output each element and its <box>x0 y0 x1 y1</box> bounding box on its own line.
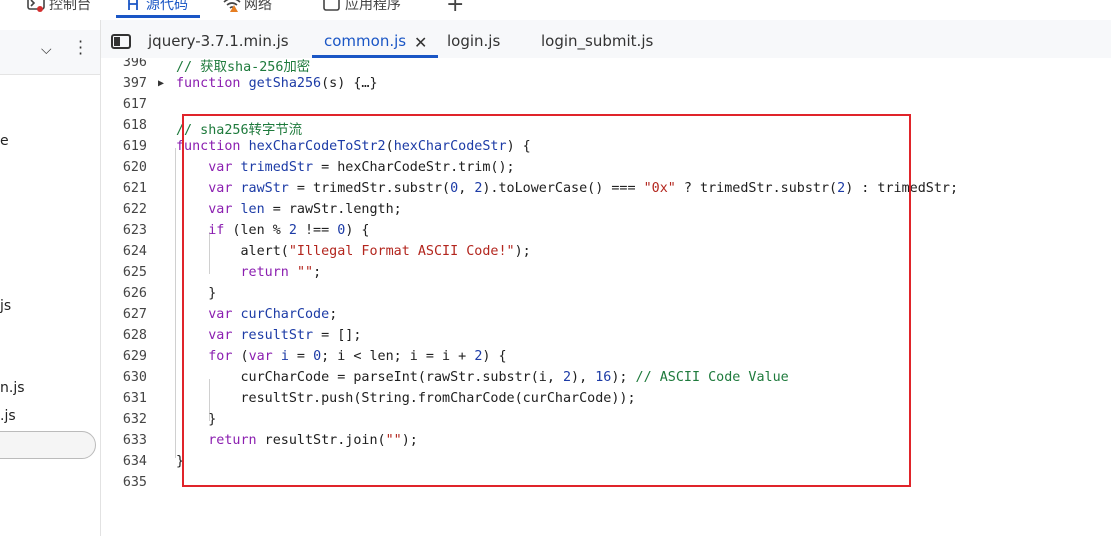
code-line[interactable]: 635 <box>101 475 1111 496</box>
code-line[interactable]: 626 } <box>101 286 1111 307</box>
code-text: var curCharCode; <box>208 307 338 322</box>
more-options-icon[interactable]: · · · <box>78 34 83 62</box>
code-text: var len = rawStr.length; <box>208 202 402 217</box>
code-line[interactable]: 620 var trimedStr = hexCharCodeStr.trim(… <box>101 160 1111 181</box>
code-editor[interactable]: 396 // 获取sha-256加密 397 ▶ function getSha256(… <box>101 58 1111 536</box>
tab-console[interactable]: 控制台 <box>27 0 91 14</box>
line-number[interactable]: 397 <box>101 76 147 91</box>
line-number[interactable]: 632 <box>101 412 147 427</box>
code-text: // 获取sha-256加密 <box>176 60 311 75</box>
line-number[interactable]: 623 <box>101 223 147 238</box>
tab-label: 网络 <box>244 0 272 13</box>
close-icon[interactable]: ✕ <box>414 33 427 52</box>
code-line[interactable]: 629 for (var i = 0; i < len; i = i + 2) … <box>101 349 1111 370</box>
navigator-item[interactable]: e <box>0 133 9 149</box>
code-text: return ""; <box>240 265 322 280</box>
code-line[interactable]: 628 var resultStr = []; <box>101 328 1111 349</box>
code-text: } <box>176 412 217 427</box>
code-line[interactable]: 622 var len = rawStr.length; <box>101 202 1111 223</box>
code-line[interactable]: 625 return ""; <box>101 265 1111 286</box>
line-number[interactable]: 617 <box>101 97 147 112</box>
code-line[interactable]: 634} <box>101 454 1111 475</box>
navigator-item[interactable]: .js <box>0 408 16 424</box>
code-line[interactable]: 623 if (len % 2 !== 0) { <box>101 223 1111 244</box>
code-text: var rawStr = trimedStr.substr(0, 2).toLo… <box>208 181 959 196</box>
code-text: resultStr.push(String.fromCharCode(curCh… <box>176 391 636 406</box>
tab-network[interactable]: 网络 <box>222 0 272 14</box>
code-line[interactable]: 627 var curCharCode; <box>101 307 1111 328</box>
navigator-item[interactable]: js <box>0 298 11 314</box>
fold-arrow-icon[interactable]: ▶ <box>158 78 164 89</box>
sources-icon <box>124 0 142 12</box>
code-line[interactable]: 617 <box>101 97 1111 118</box>
tab-label: 控制台 <box>49 0 91 13</box>
line-number[interactable]: 622 <box>101 202 147 217</box>
code-text: function hexCharCodeToStr2(hexCharCodeSt… <box>176 139 531 154</box>
line-number[interactable]: 619 <box>101 139 147 154</box>
line-number[interactable]: 625 <box>101 265 147 280</box>
line-number[interactable]: 631 <box>101 391 147 406</box>
file-tabs-bar: jquery-3.7.1.min.js common.js ✕ login.js… <box>101 20 1111 59</box>
code-text: alert("Illegal Format ASCII Code!"); <box>176 244 531 259</box>
code-line[interactable]: 396 // 获取sha-256加密 <box>101 58 1111 76</box>
console-icon <box>27 0 45 12</box>
code-text: var resultStr = []; <box>208 328 362 343</box>
chevron-down-icon[interactable]: ⌵ <box>41 42 52 58</box>
code-line[interactable]: 618 // sha256转字节流 <box>101 118 1111 139</box>
code-line[interactable]: 624 alert("Illegal Format ASCII Code!"); <box>101 244 1111 265</box>
toggle-navigator-icon[interactable] <box>111 34 131 49</box>
line-number[interactable]: 396 <box>101 58 147 70</box>
line-number[interactable]: 618 <box>101 118 147 133</box>
code-line[interactable]: 397 ▶ function getSha256(s) {…} <box>101 76 1111 97</box>
line-number[interactable]: 624 <box>101 244 147 259</box>
navigator-header: ⌵ · · · <box>0 30 100 75</box>
add-panel-icon[interactable]: + <box>446 0 464 17</box>
tab-application[interactable]: 应用程序 <box>323 0 401 14</box>
line-number[interactable]: 621 <box>101 181 147 196</box>
line-number[interactable]: 626 <box>101 286 147 301</box>
code-text: } <box>176 454 185 469</box>
code-text: // sha256转字节流 <box>176 123 303 138</box>
code-text: function getSha256(s) {…} <box>176 76 378 91</box>
code-text: } <box>176 286 217 301</box>
code-line[interactable]: 631 resultStr.push(String.fromCharCode(c… <box>101 391 1111 412</box>
navigator-filter-pill[interactable] <box>0 431 96 459</box>
code-line[interactable]: 632 } <box>101 412 1111 433</box>
line-number[interactable]: 630 <box>101 370 147 385</box>
line-number[interactable]: 628 <box>101 328 147 343</box>
tab-label: 源代码 <box>146 0 188 13</box>
devtools-panel-tabs: 控制台 源代码 网络 应用程序 + <box>0 0 1111 20</box>
code-line[interactable]: 621 var rawStr = trimedStr.substr(0, 2).… <box>101 181 1111 202</box>
tab-file-common[interactable]: common.js <box>311 32 439 58</box>
code-text: return resultStr.join(""); <box>208 433 418 448</box>
tab-sources[interactable]: 源代码 <box>116 0 200 18</box>
network-wifi-icon <box>222 0 241 12</box>
code-line[interactable]: 633 return resultStr.join(""); <box>101 433 1111 454</box>
tab-label: 应用程序 <box>345 0 401 13</box>
application-icon <box>323 0 341 12</box>
tab-file-login[interactable]: login.js <box>447 32 500 56</box>
navigator-item[interactable]: n.js <box>0 380 25 396</box>
code-line[interactable]: 630 curCharCode = parseInt(rawStr.substr… <box>101 370 1111 391</box>
code-text: for (var i = 0; i < len; i = i + 2) { <box>208 349 507 364</box>
code-text: var trimedStr = hexCharCodeStr.trim(); <box>208 160 515 175</box>
tab-file-jquery[interactable]: jquery-3.7.1.min.js <box>148 32 289 56</box>
line-number[interactable]: 633 <box>101 433 147 448</box>
file-navigator: ⌵ · · · e js n.js .js <box>0 20 101 536</box>
tab-file-login-submit[interactable]: login_submit.js <box>541 32 653 56</box>
code-text: curCharCode = parseInt(rawStr.substr(i, … <box>176 370 789 385</box>
line-number[interactable]: 635 <box>101 475 147 490</box>
code-text: if (len % 2 !== 0) { <box>208 223 370 238</box>
code-line[interactable]: 619 function hexCharCodeToStr2(hexCharCod… <box>101 139 1111 160</box>
line-number[interactable]: 629 <box>101 349 147 364</box>
line-number[interactable]: 634 <box>101 454 147 469</box>
line-number[interactable]: 620 <box>101 160 147 175</box>
line-number[interactable]: 627 <box>101 307 147 322</box>
